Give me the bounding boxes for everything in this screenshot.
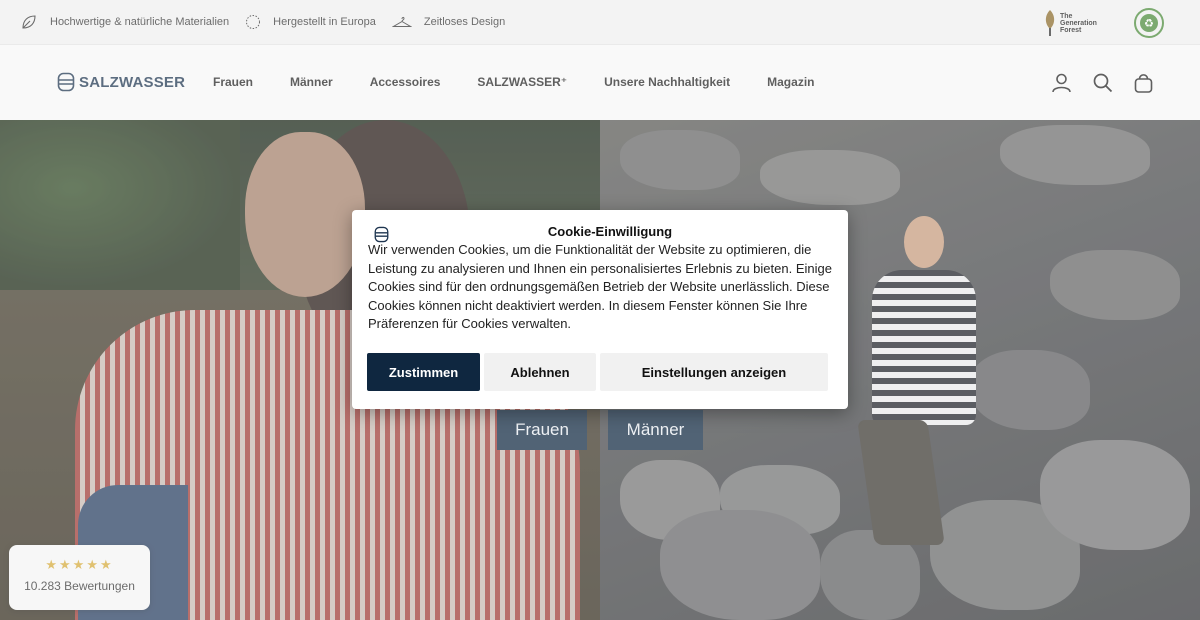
cookie-description: Wir verwenden Cookies, um die Funktional… [368,242,832,331]
cookie-title: Cookie-Einwilligung [547,224,673,239]
cookie-consent-dialog: Cookie-Einwilligung Wir verwenden Cookie… [352,210,848,409]
logo-mark-icon [374,226,389,243]
decline-cookies-button[interactable]: Ablehnen [484,353,596,391]
accept-cookies-button[interactable]: Zustimmen [367,353,480,391]
cookie-settings-button[interactable]: Einstellungen anzeigen [600,353,828,391]
cookie-actions: Zustimmen Ablehnen Einstellungen anzeige… [367,353,828,391]
